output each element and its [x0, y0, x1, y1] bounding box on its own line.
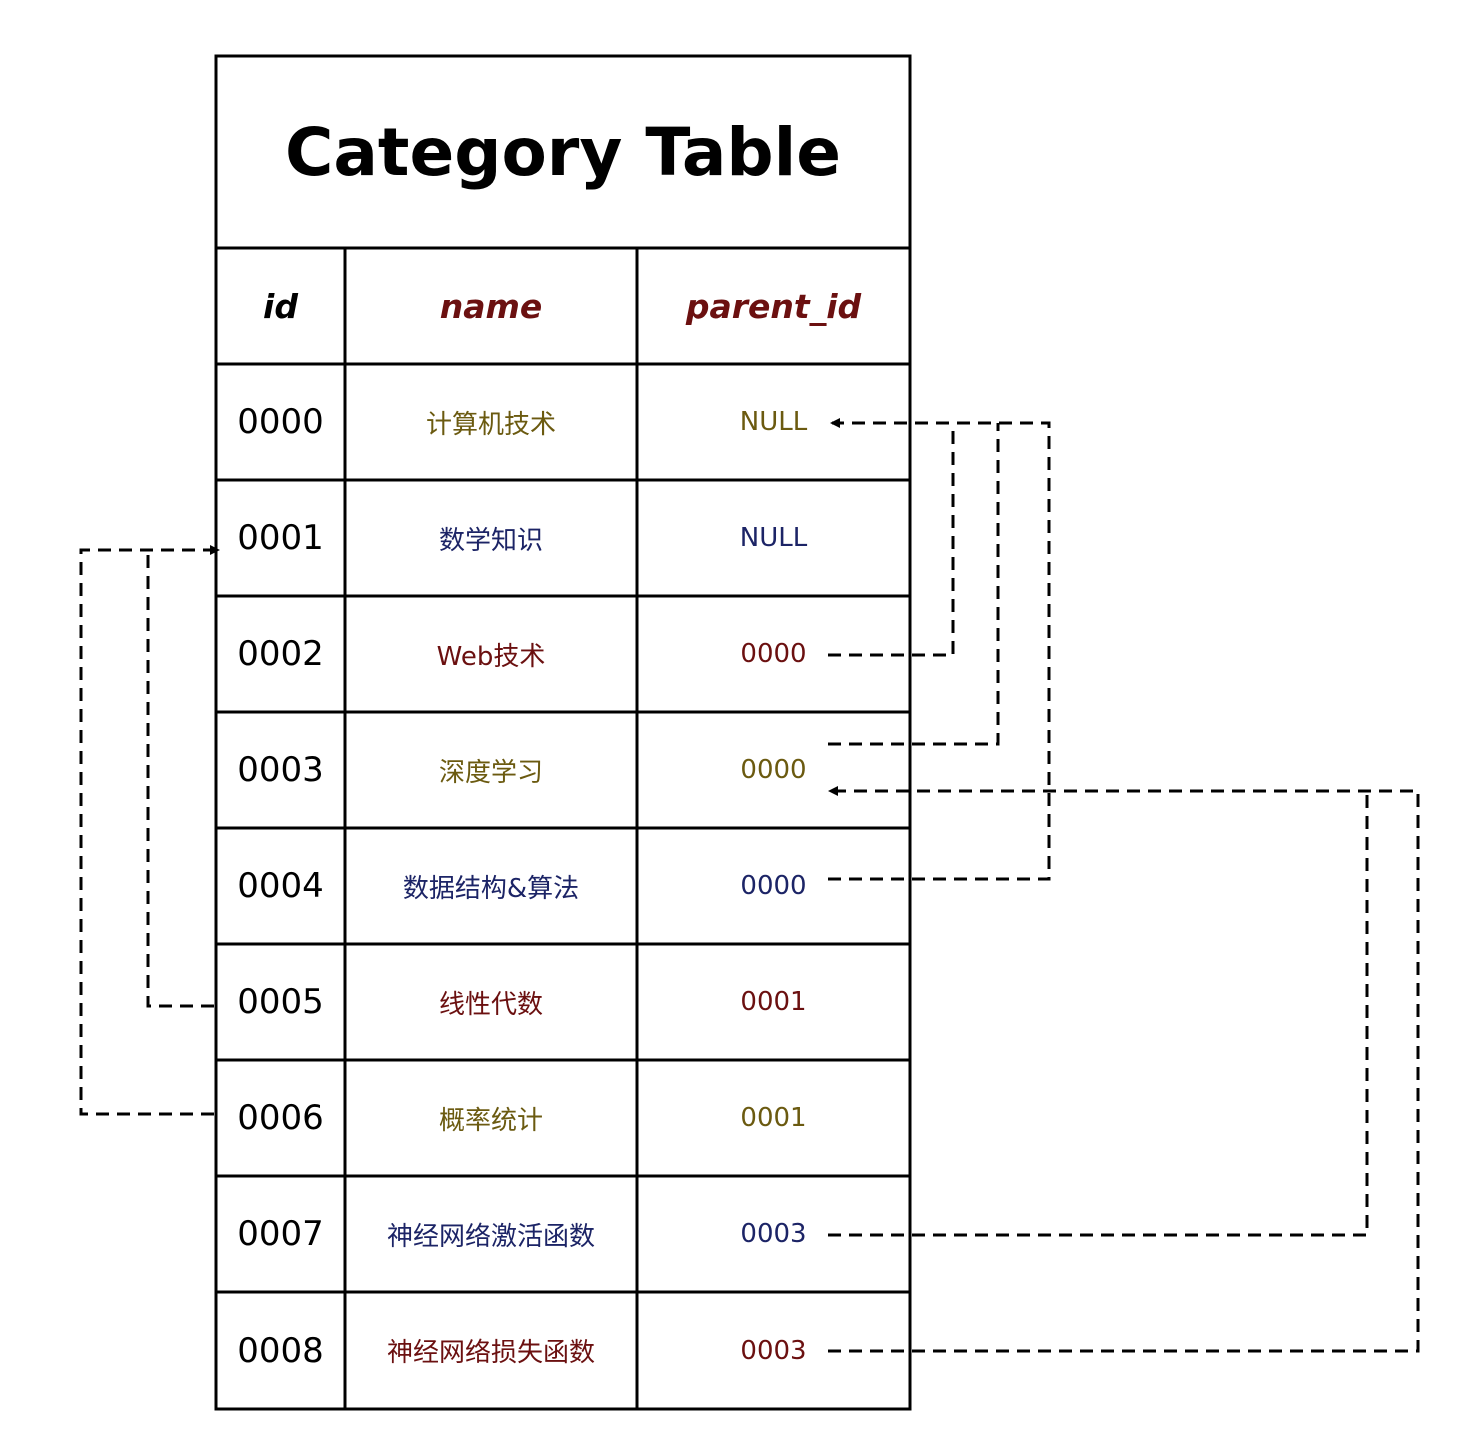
- row-id: 0005: [237, 982, 324, 1022]
- row-id: 0000: [237, 402, 324, 442]
- row-id: 0006: [237, 1098, 324, 1138]
- row-id: 0001: [237, 518, 324, 558]
- header-parent-id: parent_id: [685, 286, 862, 326]
- row-id: 0007: [237, 1214, 324, 1254]
- row-name: 深度学习: [438, 757, 543, 788]
- row-parent-id: 0000: [740, 755, 807, 785]
- header-name: name: [439, 286, 543, 326]
- row-parent-id: NULL: [739, 407, 808, 437]
- row-parent-id: 0000: [740, 639, 807, 669]
- row-name: 数据结构&算法: [402, 873, 580, 904]
- row-id: 0002: [237, 634, 324, 674]
- row-parent-id: 0001: [740, 1103, 807, 1133]
- header-id: id: [263, 286, 298, 326]
- connector-0008-to-0003: [828, 786, 1420, 1353]
- row-parent-id: NULL: [739, 523, 808, 553]
- row-id: 0008: [237, 1330, 324, 1371]
- row-name: 线性代数: [438, 989, 543, 1020]
- row-name: Web技术: [436, 641, 546, 672]
- row-parent-id: 0003: [740, 1219, 807, 1249]
- row-id: 0003: [237, 750, 324, 790]
- row-name: 计算机技术: [425, 409, 556, 440]
- category-table-diagram: Category Table id name parent_id 0000 计算…: [0, 0, 1480, 1454]
- row-parent-id: 0001: [740, 987, 807, 1017]
- row-name: 数学知识: [438, 525, 543, 556]
- row-name: 概率统计: [438, 1105, 543, 1136]
- connector-0005-to-0001: [146, 550, 214, 1008]
- row-parent-id: 0000: [740, 871, 807, 901]
- row-parent-id: 0003: [740, 1335, 807, 1366]
- row-id: 0004: [237, 866, 324, 906]
- row-name: 神经网络激活函数: [386, 1221, 595, 1252]
- table-title: Category Table: [284, 113, 842, 191]
- row-name: 神经网络损失函数: [386, 1338, 595, 1368]
